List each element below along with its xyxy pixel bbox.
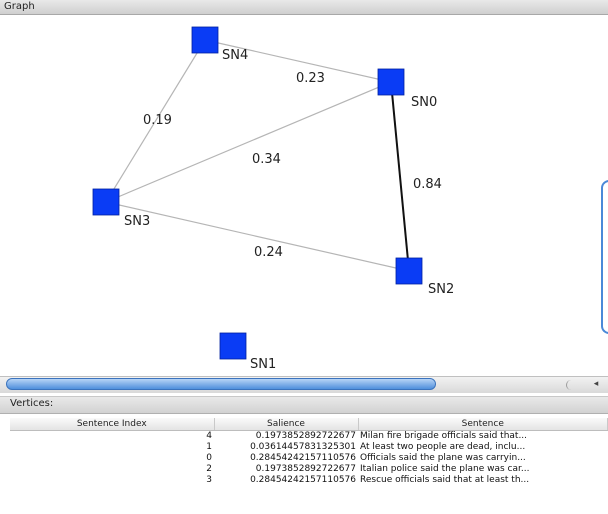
cell-sentence: Rescue officials said that at least th..… bbox=[360, 475, 530, 485]
cell-salience: 0.1973852892722677 bbox=[255, 464, 356, 474]
edge-label-sn3-sn0: 0.34 bbox=[252, 152, 281, 167]
edge-label-sn3-sn2: 0.24 bbox=[254, 245, 283, 260]
edge-label-sn0-sn2: 0.84 bbox=[413, 177, 442, 192]
column-header-sentence[interactable]: Sentence bbox=[358, 418, 608, 431]
vertices-panel-title: Vertices: bbox=[10, 398, 54, 409]
graph-svg: 0.23 0.19 0.34 0.84 0.24 SN4 SN0 SN3 SN2… bbox=[92, 26, 454, 372]
edge-label-sn4-sn0: 0.23 bbox=[296, 71, 325, 86]
table-header-row: Sentence Index Salience Sentence bbox=[10, 418, 608, 431]
graph-panel-title: Graph bbox=[4, 1, 35, 12]
cell-salience: 0.1973852892722677 bbox=[255, 431, 356, 441]
cell-sentence: Milan fire brigade officials said that..… bbox=[360, 431, 528, 441]
scrollbar-separator bbox=[566, 380, 575, 390]
scroll-left-arrow-icon[interactable]: ◂ bbox=[586, 377, 606, 391]
cell-salience: 0.03614457831325301 bbox=[250, 442, 356, 452]
cell-index: 3 bbox=[206, 475, 212, 485]
table-row[interactable]: 4 0.1973852892722677 Milan fire brigade … bbox=[10, 431, 608, 443]
node-sn4[interactable] bbox=[191, 26, 219, 54]
graph-panel-header: Graph bbox=[0, 0, 608, 15]
vertices-panel-header: Vertices: bbox=[0, 396, 608, 414]
horizontal-scrollbar-thumb[interactable] bbox=[6, 378, 436, 390]
cell-sentence: Officials said the plane was carryin... bbox=[360, 453, 526, 463]
edge-label-sn4-sn3: 0.19 bbox=[143, 113, 172, 128]
vertices-table: Sentence Index Salience Sentence 4 0.197… bbox=[10, 418, 608, 486]
cell-sentence: At least two people are dead, inclu... bbox=[360, 442, 526, 452]
node-sn2[interactable] bbox=[395, 257, 423, 285]
node-label-sn0: SN0 bbox=[411, 95, 437, 110]
node-label-sn3: SN3 bbox=[124, 214, 150, 229]
cell-index: 4 bbox=[206, 431, 212, 441]
node-label-sn1: SN1 bbox=[250, 357, 276, 372]
cell-salience: 0.28454242157110576 bbox=[250, 453, 356, 463]
table-row[interactable]: 2 0.1973852892722677 Italian police said… bbox=[10, 464, 608, 475]
table-row[interactable]: 0 0.28454242157110576 Officials said the… bbox=[10, 453, 608, 464]
column-header-sentence-index[interactable]: Sentence Index bbox=[10, 418, 215, 431]
node-sn1[interactable] bbox=[219, 332, 247, 360]
node-sn0[interactable] bbox=[377, 68, 405, 96]
node-label-sn2: SN2 bbox=[428, 282, 454, 297]
cell-index: 0 bbox=[206, 453, 212, 463]
column-header-salience[interactable]: Salience bbox=[214, 418, 359, 431]
cell-index: 2 bbox=[206, 464, 212, 474]
edge-sn0-sn2[interactable] bbox=[390, 81, 410, 272]
edge-sn3-sn2[interactable] bbox=[105, 201, 410, 272]
table-row[interactable]: 1 0.03614457831325301 At least two peopl… bbox=[10, 442, 608, 453]
cell-sentence: Italian police said the plane was car... bbox=[360, 464, 530, 474]
node-label-sn4: SN4 bbox=[222, 48, 248, 63]
cell-salience: 0.28454242157110576 bbox=[250, 475, 356, 485]
vertical-scrollbar-thumb[interactable] bbox=[601, 180, 608, 334]
table-row[interactable]: 3 0.28454242157110576 Rescue officials s… bbox=[10, 475, 608, 486]
node-sn3[interactable] bbox=[92, 188, 120, 216]
cell-index: 1 bbox=[206, 442, 212, 452]
graph-canvas[interactable]: 0.23 0.19 0.34 0.84 0.24 SN4 SN0 SN3 SN2… bbox=[0, 15, 600, 377]
edge-sn3-sn0[interactable] bbox=[105, 81, 392, 203]
